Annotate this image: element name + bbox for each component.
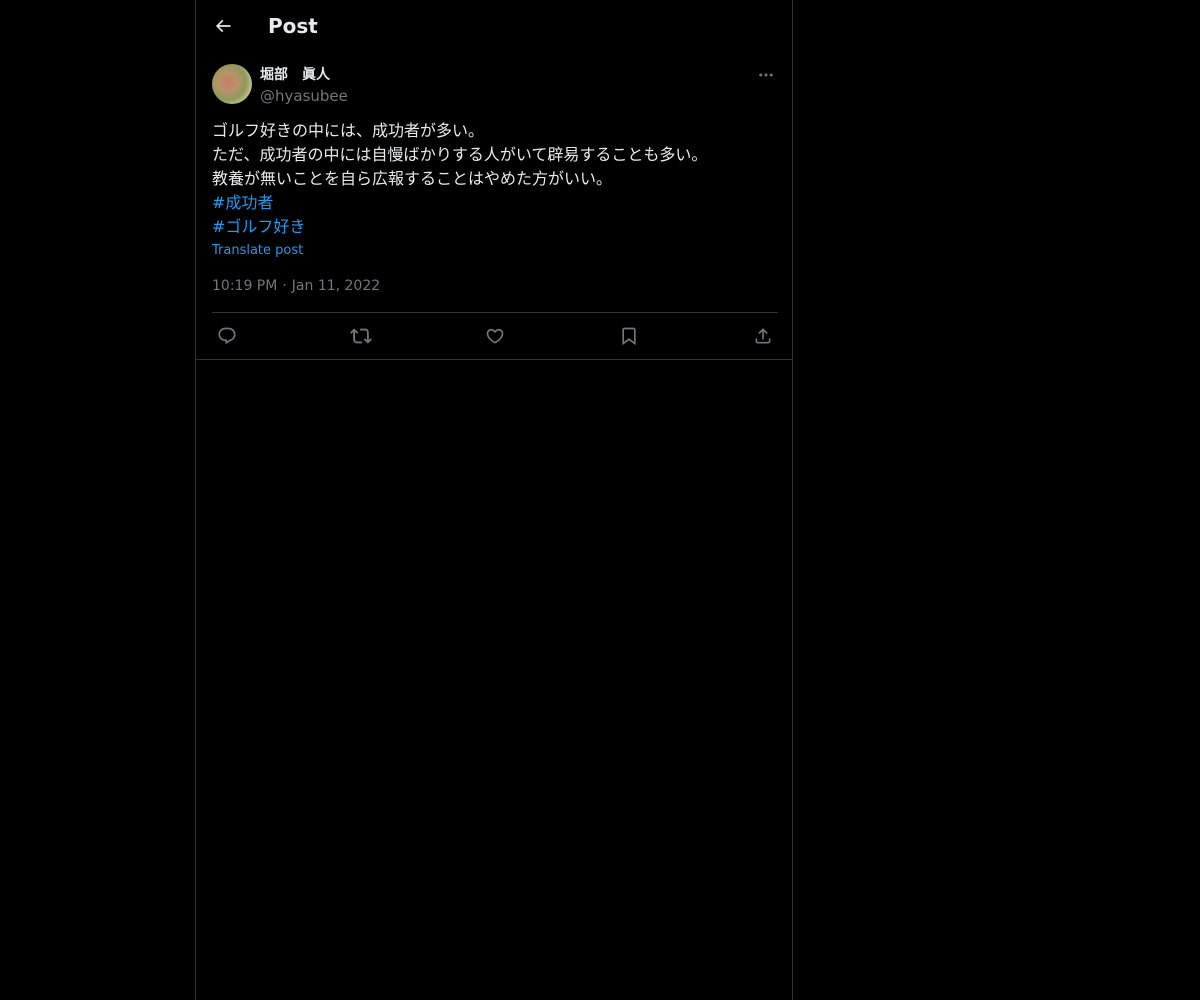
post-bottom-border [196, 359, 792, 360]
author-name[interactable]: 堀部 眞人 [260, 66, 330, 84]
author-handle[interactable]: @hyasubee [260, 86, 348, 106]
hashtag-link[interactable]: #成功者 [212, 191, 778, 215]
like-button[interactable] [483, 324, 507, 348]
more-horizontal-icon [757, 66, 775, 84]
share-button[interactable] [751, 324, 775, 348]
post-timestamp: 10:19 PM · Jan 11, 2022 [212, 276, 380, 296]
meta-separator: · [282, 278, 287, 294]
main-column: Post 堀部 眞人 @hyasubee ゴルフ好きの中には、成功者が多い。 た… [195, 0, 793, 1000]
arrow-left-icon [213, 16, 233, 36]
more-button[interactable] [754, 64, 778, 86]
reply-icon [217, 326, 237, 346]
share-icon [753, 326, 773, 346]
post-text-line: ゴルフ好きの中には、成功者が多い。 [212, 121, 485, 140]
post-time[interactable]: 10:19 PM [212, 278, 277, 294]
repost-icon [350, 325, 372, 347]
post-text-line: ただ、成功者の中には自慢ばかりする人がいて辟易することも多い。 [212, 145, 708, 164]
repost-button[interactable] [349, 324, 373, 348]
page-header: Post [196, 0, 792, 53]
translate-post-link[interactable]: Translate post [212, 242, 303, 260]
hashtag-link[interactable]: #ゴルフ好き [212, 215, 778, 239]
post-date[interactable]: Jan 11, 2022 [292, 278, 380, 294]
avatar[interactable] [212, 64, 252, 104]
bookmark-icon [619, 326, 639, 346]
post-text: ゴルフ好きの中には、成功者が多い。 ただ、成功者の中には自慢ばかりする人がいて辟… [212, 119, 778, 239]
back-button[interactable] [208, 11, 238, 41]
bookmark-button[interactable] [617, 324, 641, 348]
like-icon [485, 326, 505, 346]
page-title: Post [268, 14, 318, 38]
reply-button[interactable] [215, 324, 239, 348]
post-actions-bar [212, 313, 778, 359]
post-text-line: 教養が無いことを自ら広報することはやめた方がいい。 [212, 169, 613, 188]
